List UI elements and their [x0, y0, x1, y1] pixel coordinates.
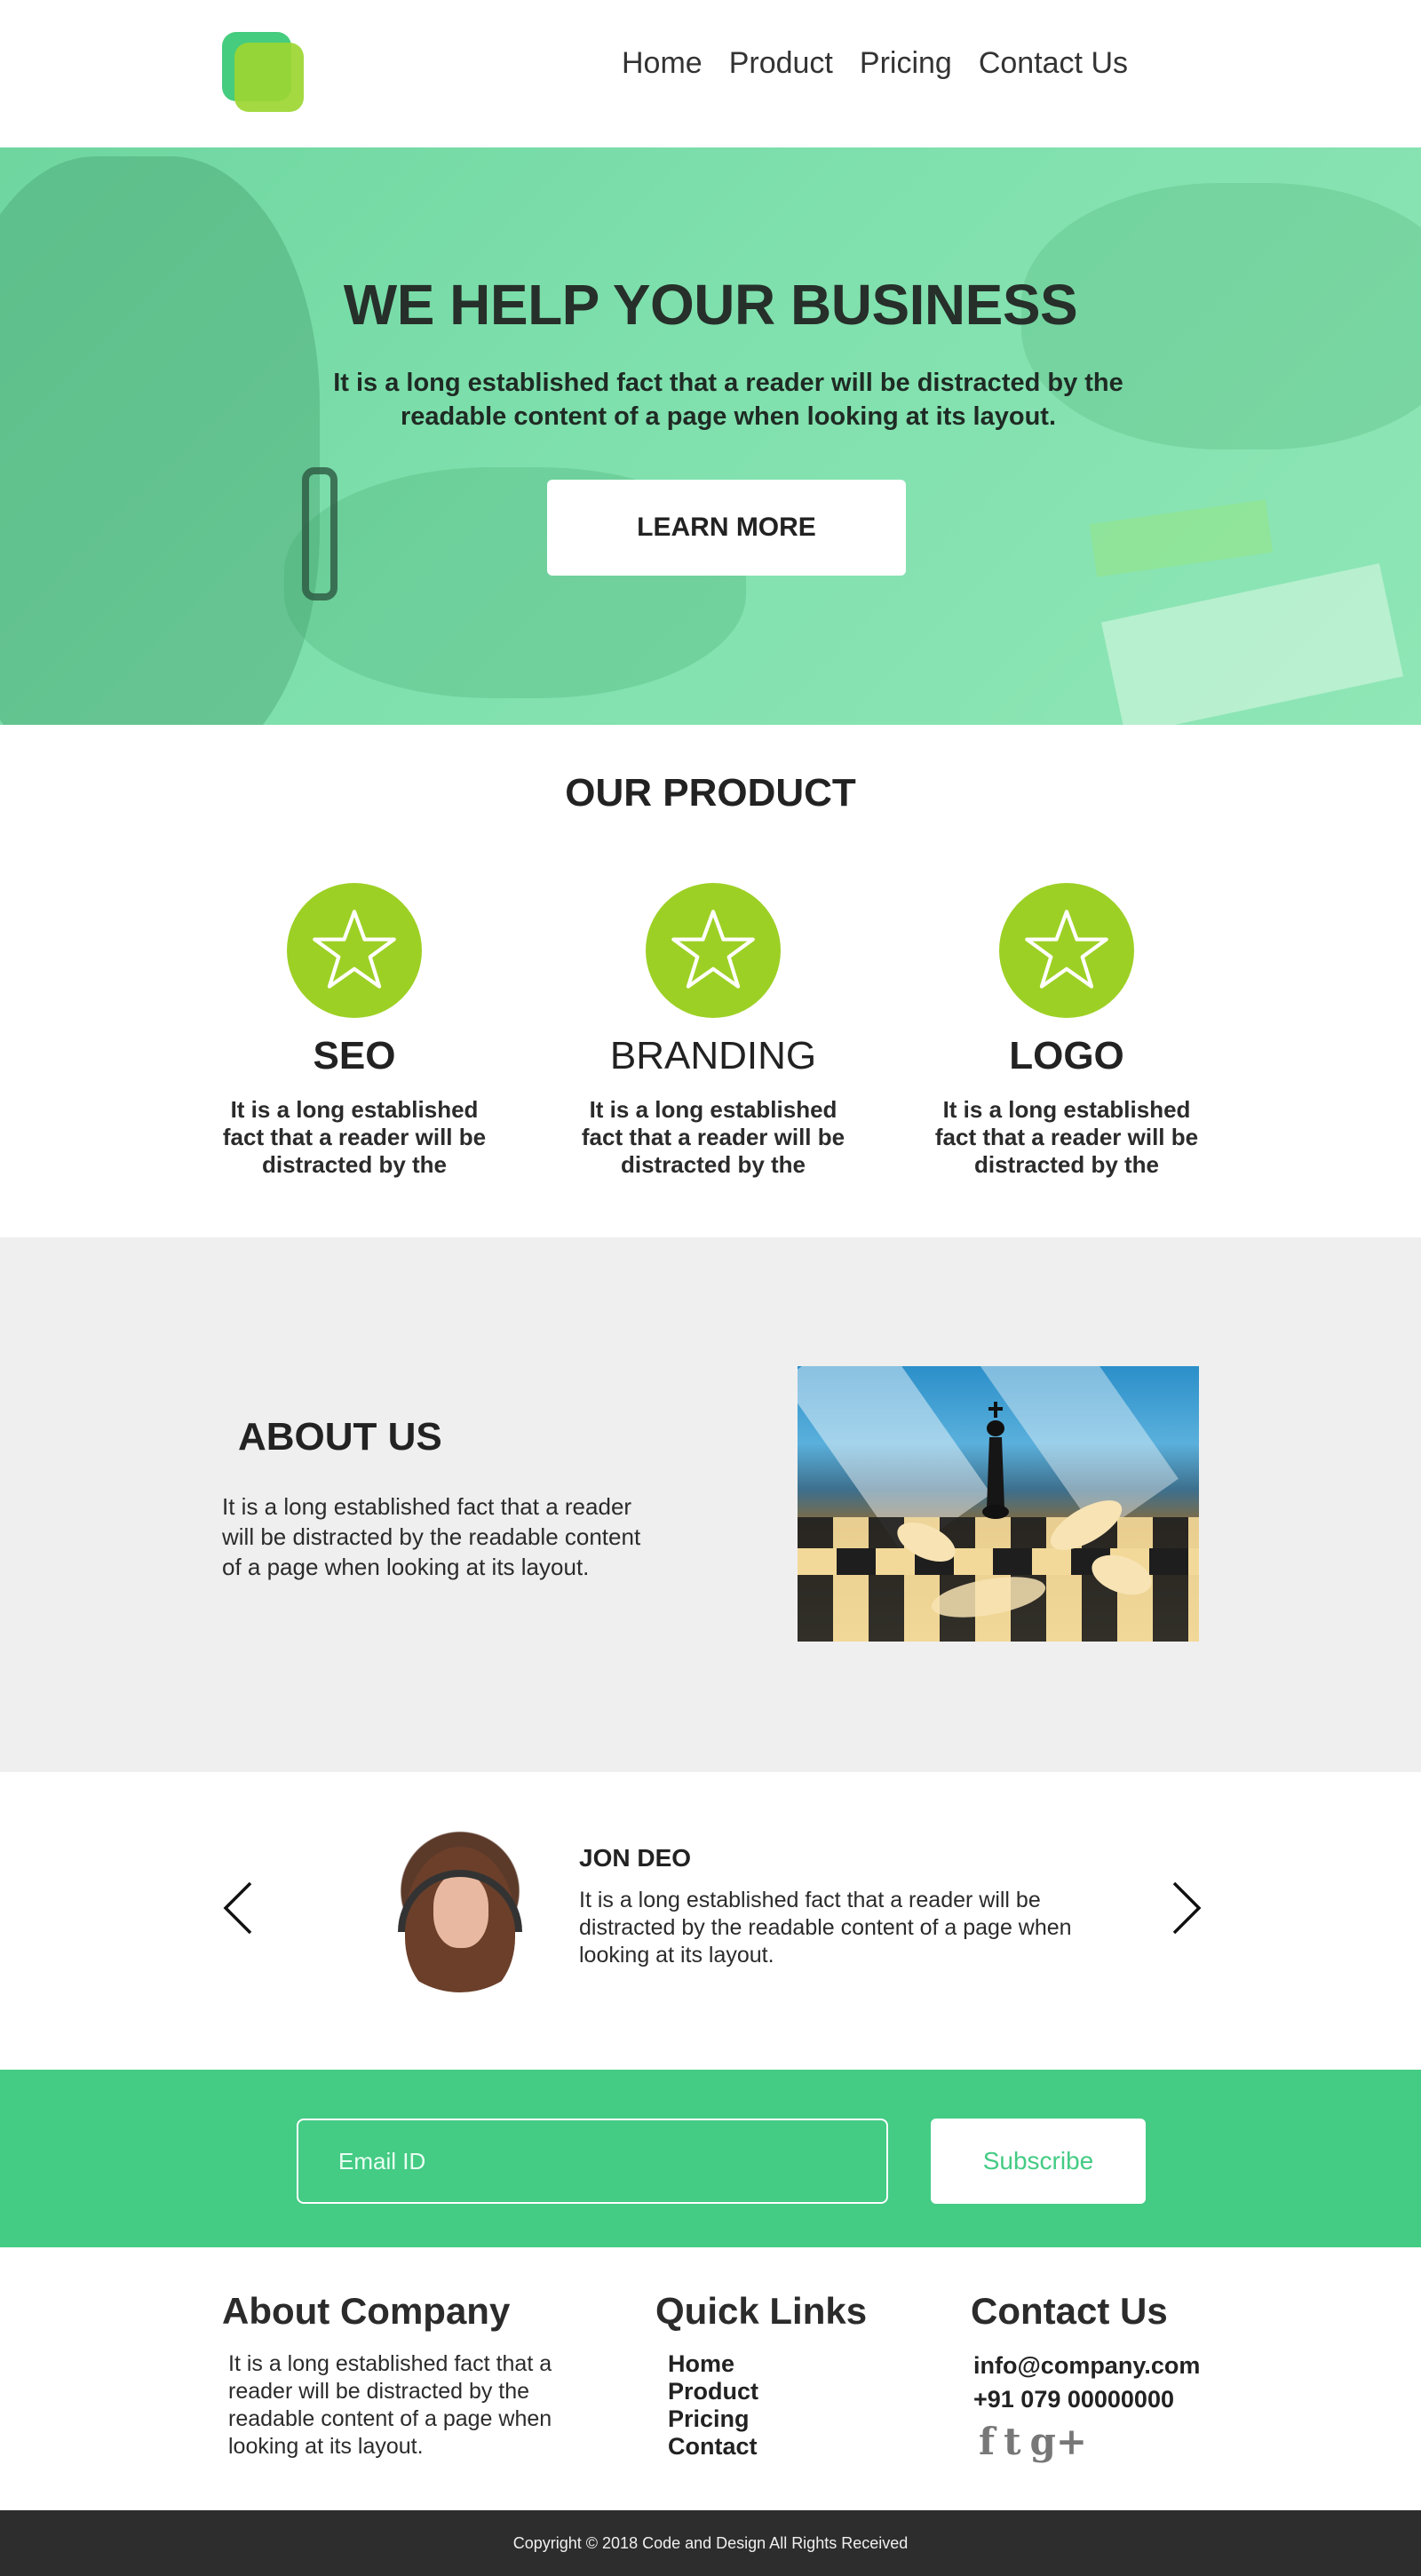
nav-contact-us[interactable]: Contact Us: [979, 46, 1128, 81]
nav-home[interactable]: Home: [622, 46, 703, 81]
learn-more-button[interactable]: LEARN MORE: [547, 480, 906, 576]
footer-contact-info: info@company.com +91 079 00000000: [973, 2349, 1200, 2416]
contact-email[interactable]: info@company.com: [973, 2349, 1200, 2382]
footer-about-text: It is a long established fact that a rea…: [228, 2351, 552, 2459]
product-section-title: OUR PRODUCT: [565, 771, 856, 815]
footer-links-heading: Quick Links: [655, 2290, 868, 2332]
product-name: LOGO: [1009, 1034, 1124, 1077]
star-icon: [646, 883, 781, 1018]
product-card-seo: SEO It is a long established fact that a…: [208, 883, 501, 1179]
product-name: SEO: [313, 1034, 396, 1077]
product-name: BRANDING: [609, 1034, 817, 1077]
footer-contact-heading: Contact Us: [971, 2290, 1168, 2332]
copyright-bar: Copyright © 2018 Code and Design All Rig…: [0, 2510, 1421, 2576]
chevron-left-icon[interactable]: [220, 1880, 256, 1936]
hero-photo-shape: [302, 467, 337, 600]
footer-link-pricing[interactable]: Pricing: [668, 2405, 758, 2433]
footer-link-contact[interactable]: Contact: [668, 2433, 758, 2461]
subscribe-bar: Subscribe: [0, 2070, 1421, 2247]
product-desc: It is a long established fact that a rea…: [222, 1096, 487, 1178]
testimonial-name: JON DEO: [579, 1844, 692, 1872]
social-links: f t g+: [979, 2422, 1087, 2461]
footer-links: Home Product Pricing Contact: [668, 2350, 758, 2461]
hero-banner: WE HELP YOUR BUSINESS It is a long estab…: [0, 147, 1421, 725]
subscribe-button[interactable]: Subscribe: [931, 2119, 1146, 2204]
hero-title: WE HELP YOUR BUSINESS: [343, 273, 1078, 337]
brand-logo[interactable]: [222, 32, 306, 114]
about-text: It is a long established fact that a rea…: [222, 1493, 641, 1580]
product-desc: It is a long established fact that a rea…: [934, 1096, 1199, 1178]
hero-photo-shape: [0, 156, 320, 725]
site-header: Home Product Pricing Contact Us: [0, 0, 1421, 147]
email-input[interactable]: [297, 2119, 888, 2204]
google-plus-icon[interactable]: g+: [1029, 2422, 1087, 2461]
hero-subtitle: It is a long established fact that a rea…: [333, 369, 1123, 431]
logo-square-front: [234, 43, 304, 112]
facebook-icon[interactable]: f: [979, 2422, 995, 2461]
product-card-branding: BRANDING It is a long established fact t…: [567, 883, 860, 1179]
star-icon: [999, 883, 1134, 1018]
footer-link-home[interactable]: Home: [668, 2350, 758, 2378]
chevron-right-icon[interactable]: [1169, 1880, 1204, 1936]
hero-photo-shape: [1100, 563, 1404, 725]
about-section: ABOUT US It is a long established fact t…: [0, 1237, 1421, 1772]
contact-phone[interactable]: +91 079 00000000: [973, 2382, 1200, 2416]
star-icon: [287, 883, 422, 1018]
about-title: ABOUT US: [238, 1415, 442, 1459]
twitter-icon[interactable]: t: [1004, 2422, 1020, 2461]
main-nav: Home Product Pricing Contact Us: [622, 46, 1128, 81]
avatar: [378, 1829, 542, 1992]
footer-link-product[interactable]: Product: [668, 2378, 758, 2405]
product-desc: It is a long established fact that a rea…: [581, 1096, 845, 1178]
testimonial-text: It is a long established fact that a rea…: [579, 1888, 1072, 1968]
hero-photo-shape: [1089, 499, 1274, 577]
nav-pricing[interactable]: Pricing: [860, 46, 952, 81]
footer-about-heading: About Company: [222, 2290, 511, 2332]
copyright-text: Copyright © 2018 Code and Design All Rig…: [512, 2533, 909, 2552]
chess-king-piece: [982, 1402, 1009, 1519]
chess-image: [798, 1366, 1199, 1642]
nav-product[interactable]: Product: [729, 46, 833, 81]
product-card-logo: LOGO It is a long established fact that …: [920, 883, 1213, 1179]
